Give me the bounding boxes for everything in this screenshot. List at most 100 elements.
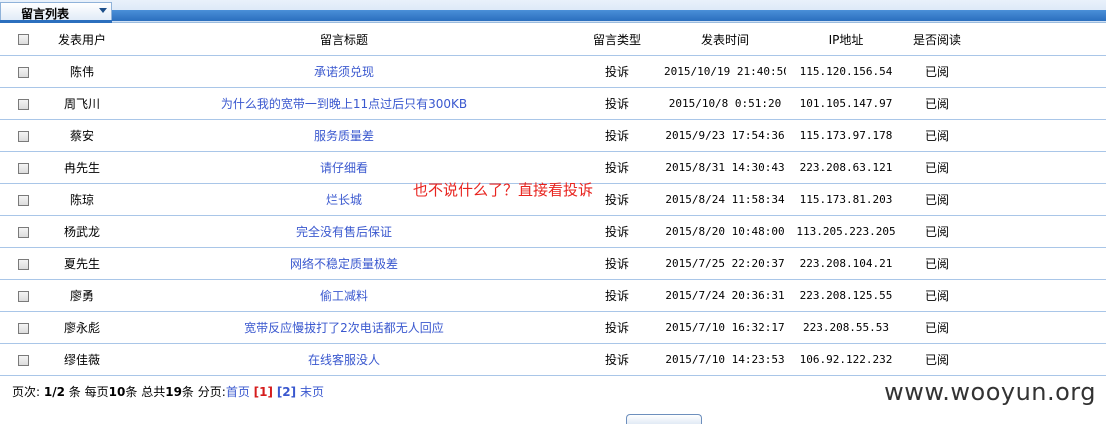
pager-total-unit: 条 — [181, 385, 194, 399]
cell-ip: 115.120.156.54 — [786, 55, 906, 88]
cell-ip: 223.208.125.55 — [786, 279, 906, 312]
cell-read: 已阅 — [906, 119, 968, 152]
watermark: www.wooyun.org — [884, 378, 1096, 406]
pager-per-page-value: 10 — [108, 385, 126, 399]
table-row: 杨武龙 完全没有售后保证 投诉 2015/8/20 10:48:00 113.2… — [0, 215, 1106, 248]
column-header-read: 是否阅读 — [906, 23, 968, 56]
cell-time: 2015/7/10 16:32:17 — [664, 311, 786, 344]
cell-time: 2015/10/8 0:51:20 — [664, 87, 786, 120]
row-checkbox[interactable] — [17, 162, 29, 174]
column-header-time: 发表时间 — [664, 23, 786, 56]
pager-total-label: 总共 — [141, 385, 166, 399]
select-all-checkbox[interactable] — [17, 34, 29, 45]
message-title-link[interactable]: 为什么我的宽带一到晚上11点过后只有300KB — [221, 97, 467, 111]
cell-user: 杨武龙 — [46, 215, 118, 248]
cell-ip: 115.173.81.203 — [786, 183, 906, 216]
table-row: 蔡安 服务质量差 投诉 2015/9/23 17:54:36 115.173.9… — [0, 119, 1106, 152]
message-title-link[interactable]: 偷工减料 — [320, 289, 368, 303]
cell-user: 蔡安 — [46, 119, 118, 152]
cell-type: 投诉 — [570, 247, 664, 280]
pagination: 页次: 1/2 条 每页10条 总共19条 分页:首页 [1] [2] 末页 — [12, 383, 324, 400]
cell-time: 2015/8/24 11:58:34 — [664, 183, 786, 216]
row-checkbox[interactable] — [17, 226, 29, 238]
cell-read: 已阅 — [906, 279, 968, 312]
message-title-link[interactable]: 请仔细看 — [320, 161, 368, 175]
cell-read: 已阅 — [906, 151, 968, 184]
pager-pages-unit: 条 — [68, 385, 81, 399]
cell-read: 已阅 — [906, 55, 968, 88]
cell-user: 陈伟 — [46, 55, 118, 88]
message-title-link[interactable]: 完全没有售后保证 — [296, 225, 392, 239]
message-title-link[interactable]: 宽带反应慢拔打了2次电话都无人回应 — [244, 321, 444, 335]
cell-time: 2015/7/10 14:23:53 — [664, 343, 786, 376]
cell-read: 已阅 — [906, 311, 968, 344]
row-checkbox[interactable] — [17, 322, 29, 334]
cell-user: 缪佳薇 — [46, 343, 118, 376]
pager-page-2-link[interactable]: [2] — [277, 385, 296, 399]
cell-read: 已阅 — [906, 247, 968, 280]
column-header-ip: IP地址 — [786, 23, 906, 56]
column-header-type: 留言类型 — [570, 23, 664, 56]
panel-header: 留言列表 — [0, 0, 1106, 23]
cell-ip: 223.208.63.121 — [786, 151, 906, 184]
cell-time: 2015/10/19 21:40:50 — [664, 55, 786, 88]
cell-read: 已阅 — [906, 183, 968, 216]
cell-ip: 223.208.55.53 — [786, 311, 906, 344]
pager-pages-value: 1/2 — [43, 385, 65, 399]
row-checkbox[interactable] — [17, 290, 29, 302]
cell-user: 周飞川 — [46, 87, 118, 120]
pager-total-value: 19 — [165, 385, 182, 399]
pager-per-page-label: 每页 — [84, 385, 109, 399]
cell-user: 廖勇 — [46, 279, 118, 312]
message-title-link[interactable]: 网络不稳定质量极差 — [290, 257, 398, 271]
row-checkbox[interactable] — [17, 194, 29, 206]
pager-page-1: [1] — [253, 385, 273, 399]
pager-per-page-unit: 条 — [125, 385, 138, 399]
cell-read: 已阅 — [906, 343, 968, 376]
cell-type: 投诉 — [570, 215, 664, 248]
pager-pages-label: 页次: — [12, 385, 41, 399]
tab-message-list[interactable]: 留言列表 — [0, 2, 112, 21]
table-header-row: 发表用户 留言标题 留言类型 发表时间 IP地址 是否阅读 — [0, 23, 1106, 56]
cell-ip: 101.105.147.97 — [786, 87, 906, 120]
select-all-cell — [0, 23, 46, 56]
cell-ip: 115.173.97.178 — [786, 119, 906, 152]
row-checkbox[interactable] — [17, 66, 29, 78]
pager-first-link[interactable]: 首页 — [226, 385, 250, 399]
cell-ip: 223.208.104.21 — [786, 247, 906, 280]
table-row: 缪佳薇 在线客服没人 投诉 2015/7/10 14:23:53 106.92.… — [0, 343, 1106, 376]
cell-type: 投诉 — [570, 279, 664, 312]
cell-type: 投诉 — [570, 343, 664, 376]
pager-paging-label: 分页: — [197, 385, 226, 399]
cell-user: 夏先生 — [46, 247, 118, 280]
header-bar — [112, 10, 1106, 21]
table-row: 周飞川 为什么我的宽带一到晚上11点过后只有300KB 投诉 2015/10/8… — [0, 87, 1106, 120]
table-row: 夏先生 网络不稳定质量极差 投诉 2015/7/25 22:20:37 223.… — [0, 247, 1106, 280]
cell-ip: 113.205.223.205 — [786, 215, 906, 248]
table-row: 廖勇 偷工减料 投诉 2015/7/24 20:36:31 223.208.12… — [0, 279, 1106, 312]
row-checkbox[interactable] — [17, 98, 29, 110]
cell-time: 2015/9/23 17:54:36 — [664, 119, 786, 152]
red-annotation-text: 也不说什么了？直接看投诉 — [413, 181, 594, 199]
pager-last-link[interactable]: 末页 — [300, 385, 324, 399]
cell-read: 已阅 — [906, 215, 968, 248]
cell-type: 投诉 — [570, 311, 664, 344]
message-title-link[interactable]: 烂长城 — [326, 193, 362, 207]
cell-user: 廖永彪 — [46, 311, 118, 344]
chevron-down-icon[interactable] — [99, 8, 107, 13]
message-title-link[interactable]: 服务质量差 — [314, 129, 374, 143]
cell-read: 已阅 — [906, 87, 968, 120]
message-title-link[interactable]: 承诺须兑现 — [314, 65, 374, 79]
cell-user: 陈琼 — [46, 183, 118, 216]
row-checkbox[interactable] — [17, 130, 29, 142]
column-header-spacer — [968, 23, 1106, 56]
bottom-button[interactable] — [626, 414, 702, 424]
cell-user: 冉先生 — [46, 151, 118, 184]
cell-time: 2015/8/20 10:48:00 — [664, 215, 786, 248]
cell-time: 2015/8/31 14:30:43 — [664, 151, 786, 184]
row-checkbox[interactable] — [17, 354, 29, 366]
message-title-link[interactable]: 在线客服没人 — [308, 353, 380, 367]
row-checkbox[interactable] — [17, 258, 29, 270]
cell-time: 2015/7/24 20:36:31 — [664, 279, 786, 312]
cell-time: 2015/7/25 22:20:37 — [664, 247, 786, 280]
